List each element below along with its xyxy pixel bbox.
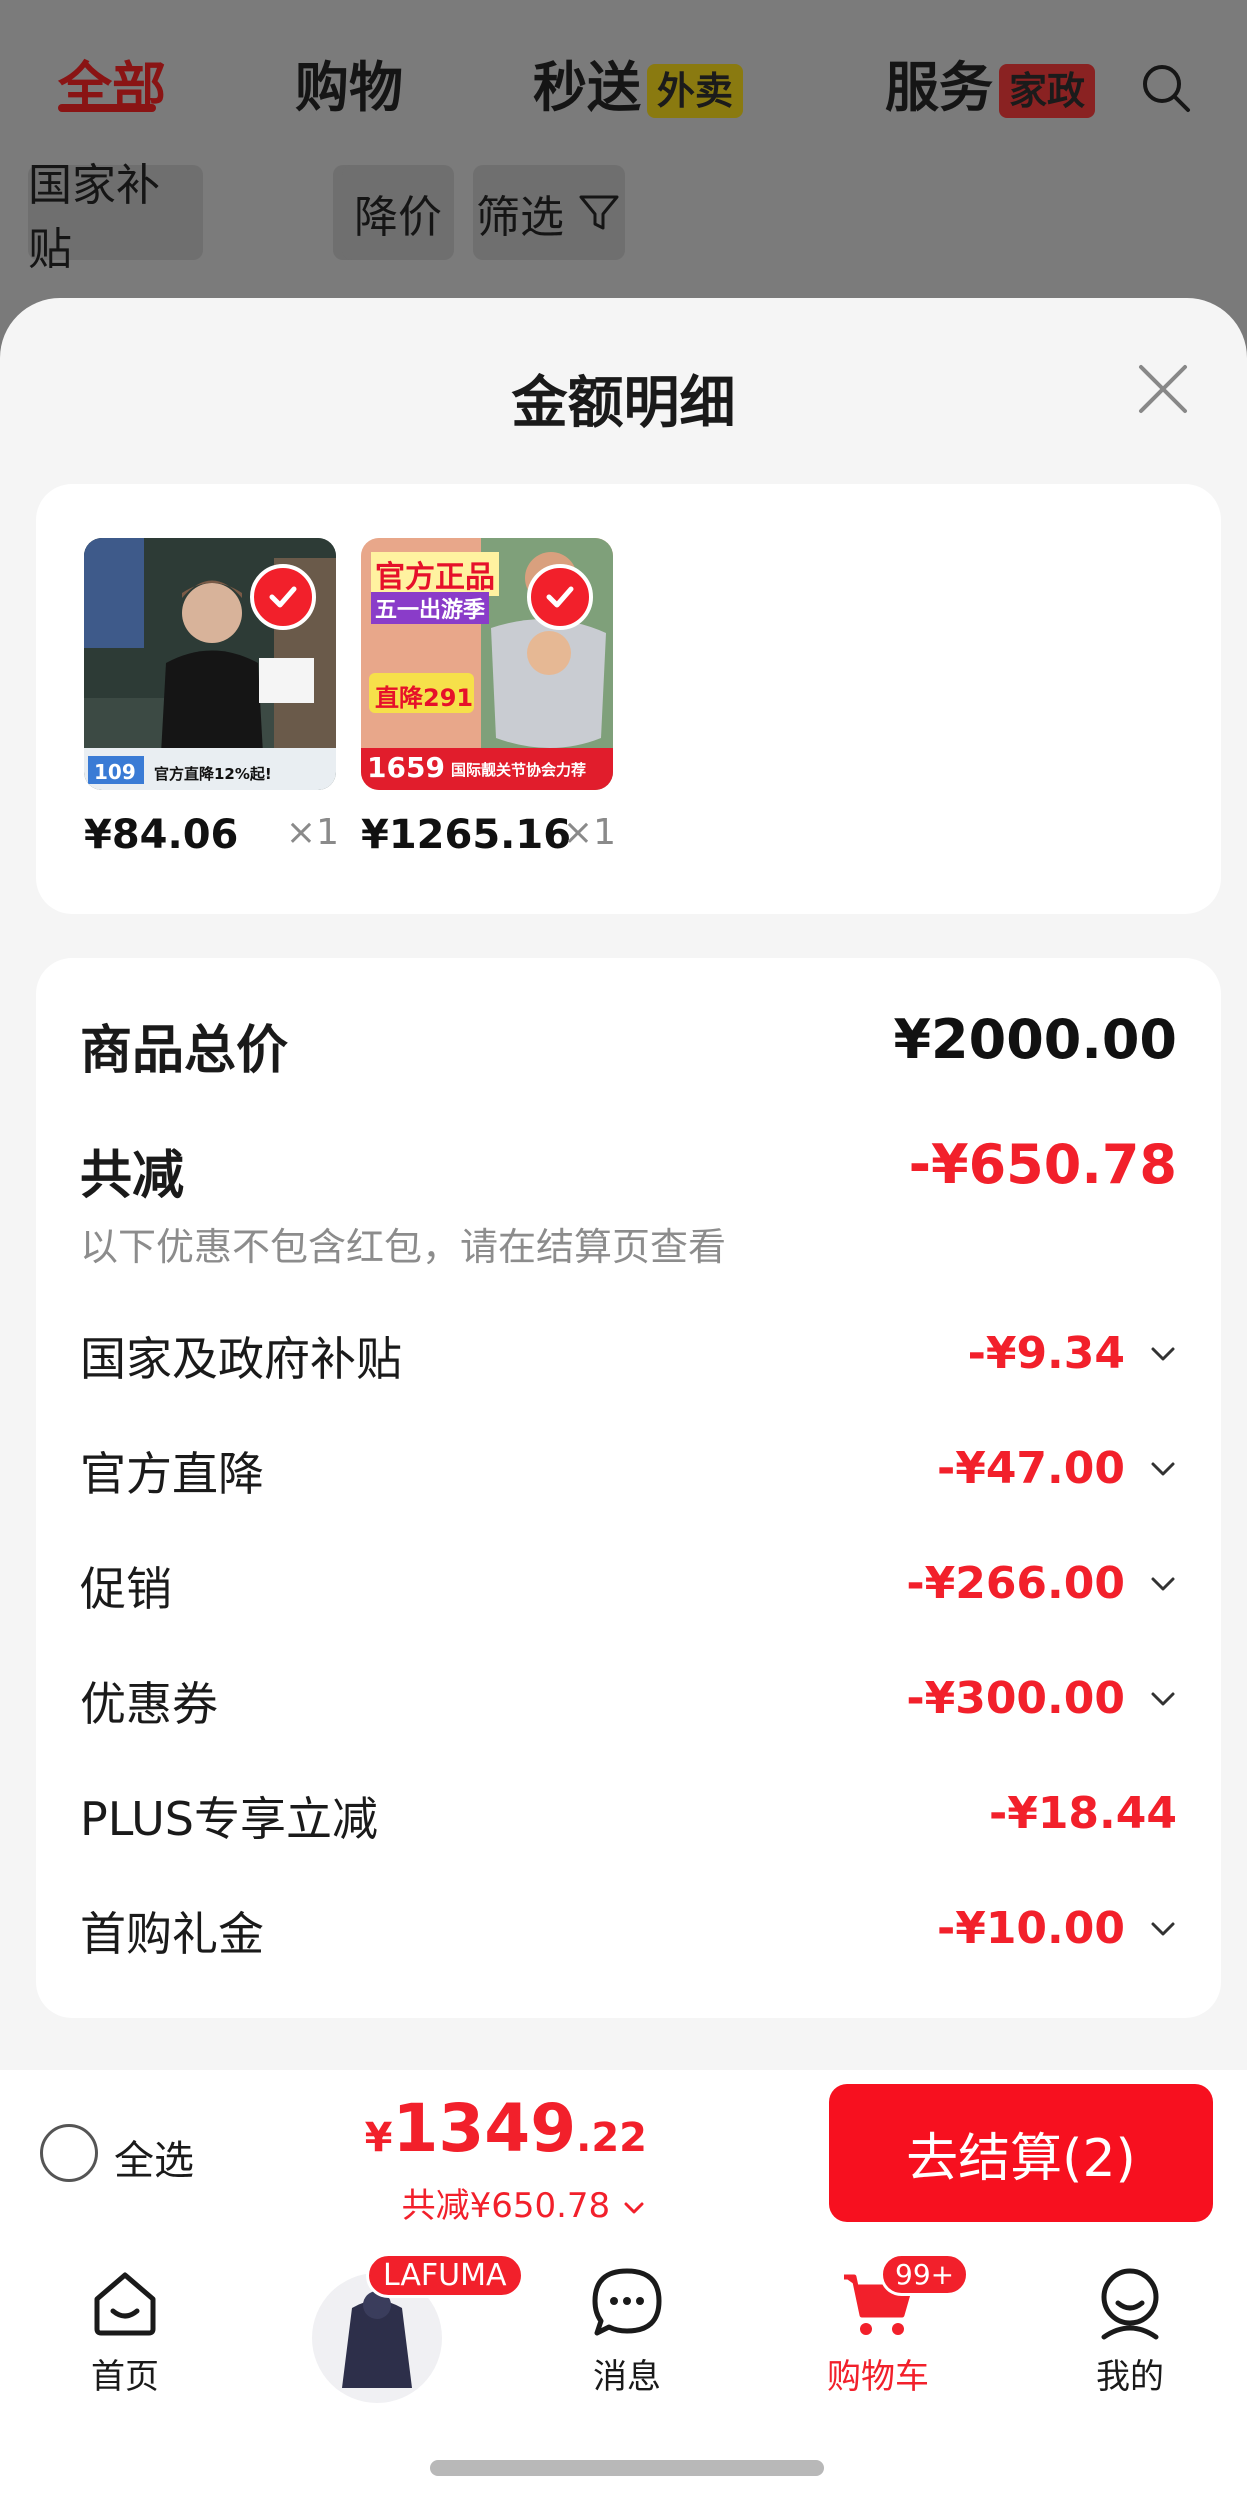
discount-label: 国家及政府补贴: [80, 1332, 402, 1386]
tab-delivery[interactable]: 秒送 外卖: [533, 48, 744, 128]
discount-value: -¥18.44: [988, 1788, 1177, 1839]
home-indicator: [430, 2460, 824, 2476]
message-icon: [592, 2268, 662, 2336]
chevron-down-icon[interactable]: [1145, 1336, 1181, 1372]
filter-button[interactable]: 筛选: [473, 165, 625, 260]
discount-note: 以下优惠不包含红包，请在结算页查看: [80, 1225, 727, 1269]
discount-value: -¥47.00: [936, 1443, 1125, 1494]
select-all-checkbox[interactable]: [40, 2124, 98, 2182]
product-thumbnail[interactable]: 109 官方直降12%起!: [84, 538, 336, 790]
tab-service[interactable]: 服务 家政: [885, 48, 1096, 128]
user-icon: [1101, 2268, 1159, 2340]
search-icon[interactable]: [1140, 62, 1192, 114]
products-card: 109 官方直降12%起! ¥84.06 ×1 官方正品 五一出游季 直降291…: [36, 484, 1221, 914]
tab-shopping[interactable]: 购物: [295, 48, 403, 128]
price-decimal: .22: [576, 2115, 647, 2161]
discount-label: PLUS专享立减: [80, 1792, 378, 1846]
price-detail-card: 商品总价 ¥2000.00 共减 -¥650.78 以下优惠不包含红包，请在结算…: [36, 958, 1221, 2018]
sheet-title: 金额明细: [511, 371, 736, 436]
thumb-subheadline: 五一出游季: [371, 592, 490, 624]
filter-national-subsidy[interactable]: 国家补贴: [28, 160, 203, 275]
background-header: 全部 购物 秒送外卖 服务家政 国家补贴 送礼 降价 筛选: [0, 0, 1247, 300]
total-price-label: 商品总价: [80, 1021, 289, 1081]
tab-home[interactable]: 首页: [25, 2245, 225, 2398]
price-symbol: ¥: [364, 2115, 393, 2161]
tab-messages[interactable]: 消息: [527, 2245, 727, 2398]
thumb-promo-text: 国际靓关节协会力荐: [451, 761, 587, 779]
active-tab-underline: [58, 104, 156, 112]
discount-value: -¥300.00: [906, 1673, 1125, 1724]
tab-all[interactable]: 全部: [58, 48, 166, 128]
home-icon: [94, 2272, 156, 2336]
filter-label: 降价: [354, 191, 442, 243]
price-integer: 1349: [392, 2090, 577, 2167]
product-quantity: ×1: [562, 812, 616, 853]
chevron-down-icon[interactable]: [1145, 1566, 1181, 1602]
checkbox-checked-icon[interactable]: [250, 564, 316, 630]
total-saved-toggle[interactable]: 共减¥650.78: [402, 2178, 647, 2227]
total-price-value: ¥2000.00: [893, 1008, 1177, 1071]
tab-messages-label: 消息: [593, 2357, 661, 2397]
chevron-down-icon: [624, 2202, 644, 2213]
discount-label: 首购礼金: [80, 1907, 264, 1961]
takeout-badge: 外卖: [647, 64, 744, 119]
chevron-down-icon[interactable]: [1145, 1681, 1181, 1717]
discount-value: -¥9.34: [967, 1328, 1125, 1379]
select-all-label[interactable]: 全选: [114, 2128, 194, 2186]
thumb-price-tag: 1659: [367, 751, 445, 784]
checkbox-checked-icon[interactable]: [527, 564, 593, 630]
discount-value: -¥10.00: [936, 1903, 1125, 1954]
product-price: ¥84.06: [84, 812, 239, 858]
tab-bar: 首页 LAFUMA 消息 购物车 99+ 我的: [0, 2245, 1247, 2435]
product-thumbnail[interactable]: 官方正品 五一出游季 直降291 1659 国际靓关节协会力荐: [361, 538, 613, 790]
thumb-headline: 官方正品: [371, 552, 499, 596]
chevron-down-icon[interactable]: [1145, 1451, 1181, 1487]
product-quantity: ×1: [285, 812, 339, 853]
top-tabs: 全部 购物 秒送 外卖 服务 家政: [55, 48, 1207, 128]
close-icon[interactable]: [1127, 353, 1199, 425]
tab-me-label: 我的: [1096, 2357, 1164, 2397]
thumb-promo-text: 官方直降12%起!: [154, 765, 272, 783]
product-item[interactable]: 109 官方直降12%起! ¥84.06 ×1: [84, 538, 339, 858]
tab-delivery-label: 秒送: [533, 56, 641, 119]
tab-service-label: 服务: [885, 56, 993, 119]
filter-price-drop[interactable]: 降价: [342, 165, 454, 260]
housekeeping-badge: 家政: [999, 64, 1096, 119]
product-price: ¥1265.16: [361, 812, 572, 858]
discount-label: 促销: [80, 1562, 172, 1616]
funnel-icon: [579, 195, 619, 229]
thumb-price-tag: 109: [94, 760, 136, 784]
thumb-drop-text: 直降291: [375, 684, 474, 712]
promo-brand-badge: LAFUMA: [366, 2253, 524, 2298]
total-price: ¥1349.22: [365, 2090, 647, 2167]
tab-cart-label: 购物车: [827, 2357, 929, 2397]
product-item[interactable]: 官方正品 五一出游季 直降291 1659 国际靓关节协会力荐 ¥1265.16…: [361, 538, 616, 858]
discount-value: -¥266.00: [906, 1558, 1125, 1609]
tab-home-label: 首页: [91, 2357, 159, 2397]
saved-text: 共减¥650.78: [401, 2186, 611, 2226]
tab-me[interactable]: 我的: [1030, 2245, 1230, 2398]
discount-label: 官方直降: [80, 1447, 264, 1501]
total-reduce-value: -¥650.78: [908, 1133, 1177, 1196]
cart-count-badge: 99+: [880, 2253, 970, 2296]
checkout-button[interactable]: 去结算(2): [829, 2084, 1213, 2222]
discount-label: 优惠券: [80, 1677, 218, 1731]
amount-detail-sheet: 金额明细 109 官方直降12%起! ¥84.06 ×1 官方正品 五一出游季 …: [0, 298, 1247, 2070]
filter-label: 筛选: [476, 191, 564, 243]
chevron-down-icon[interactable]: [1145, 1911, 1181, 1947]
bottom-bar: 全选 ¥1349.22 共减¥650.78 去结算(2) 首页 LAFUMA 消…: [0, 2070, 1247, 2505]
filter-label: 国家补贴: [28, 159, 160, 275]
total-reduce-label: 共减: [80, 1146, 185, 1206]
